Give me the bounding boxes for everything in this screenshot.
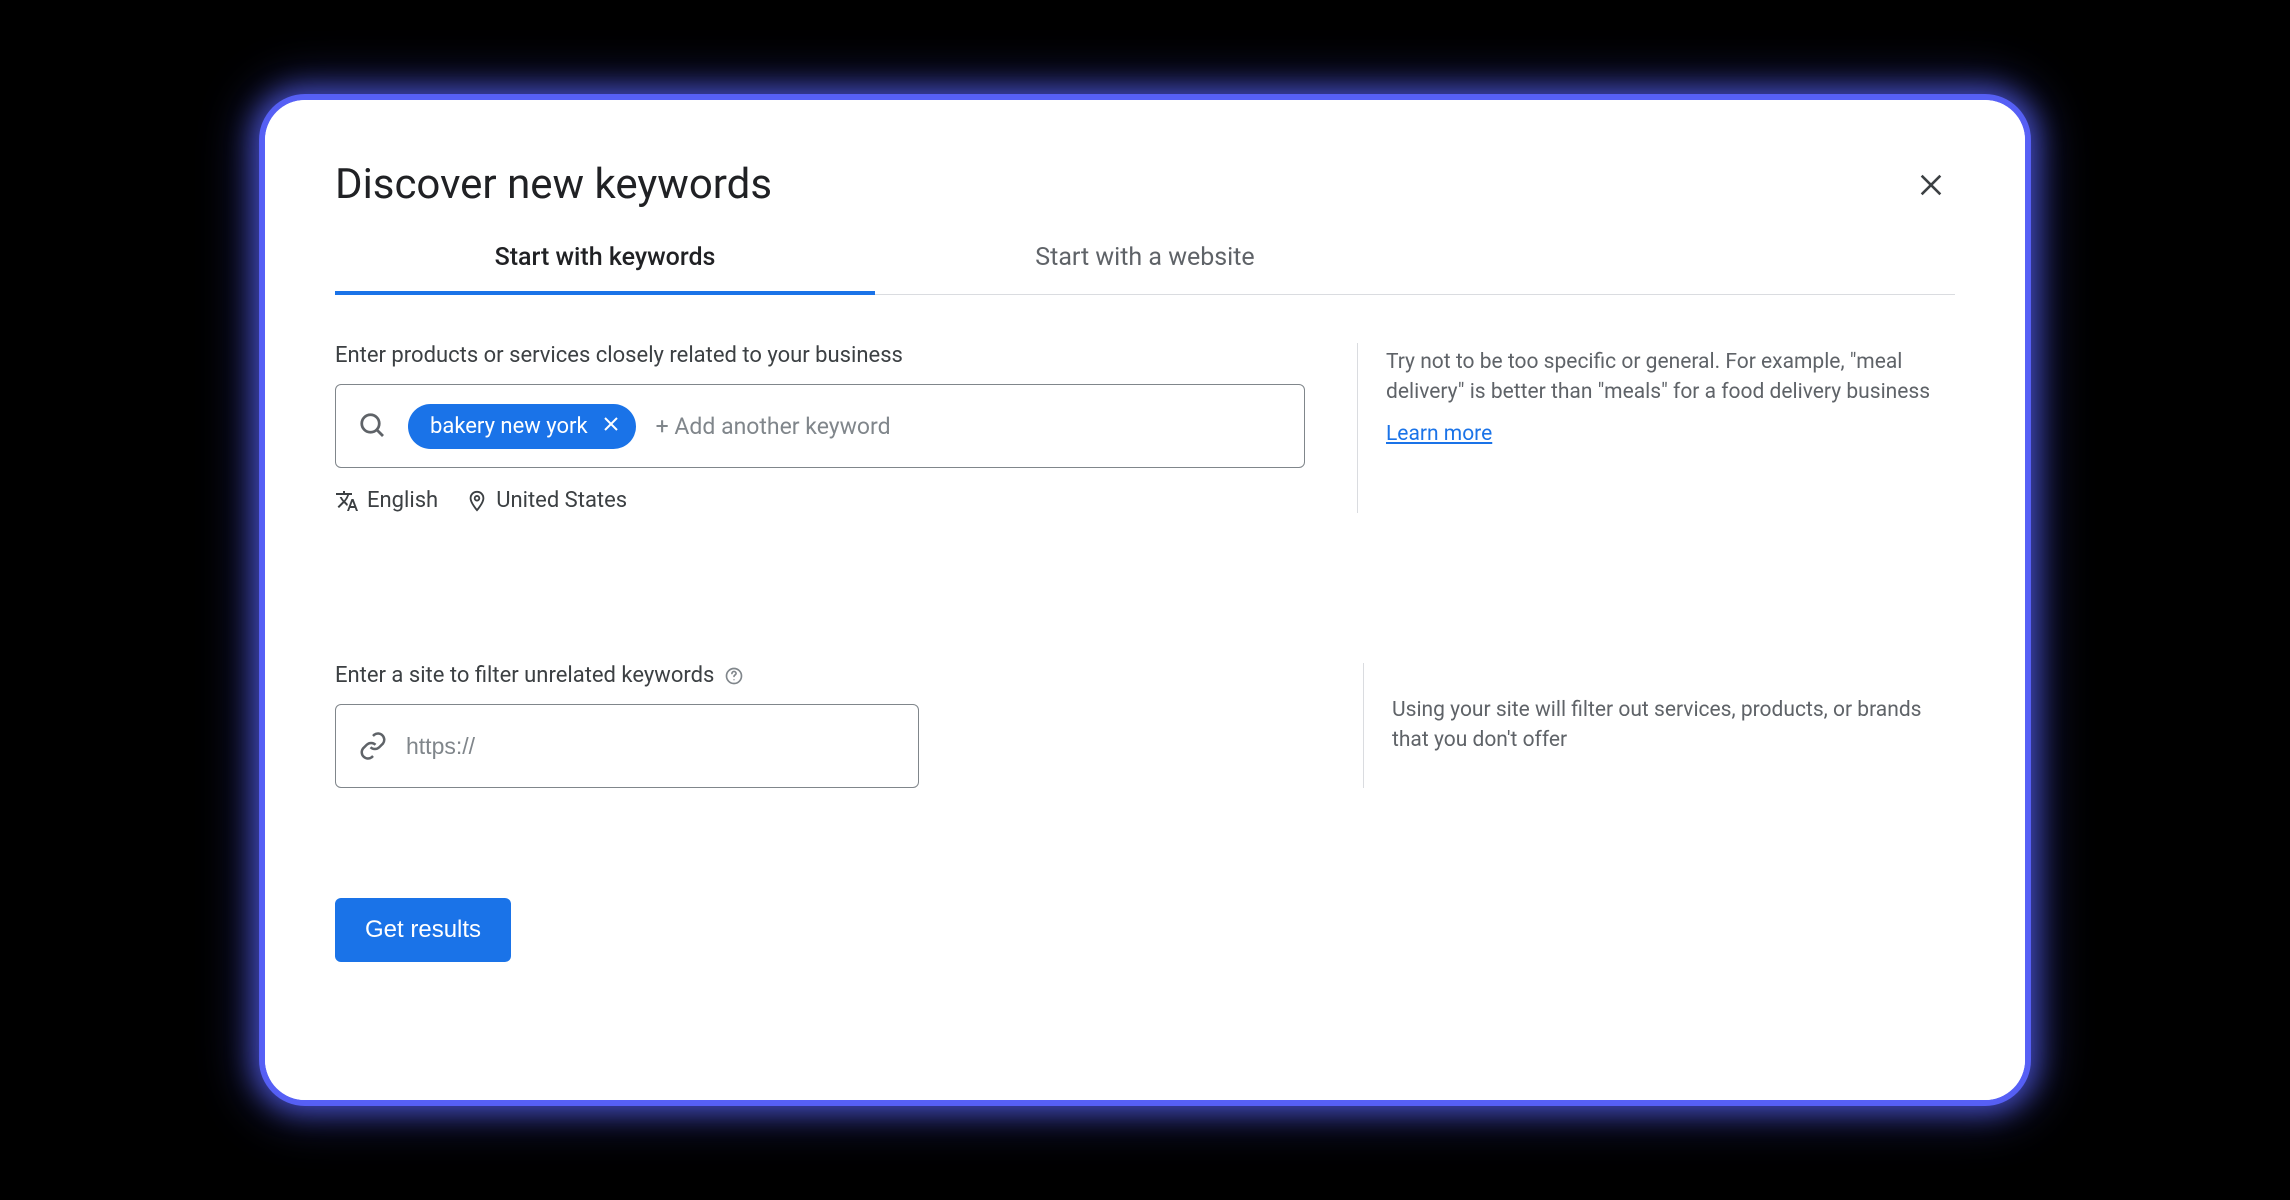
add-keyword-placeholder[interactable]: + Add another keyword [656,413,891,440]
location-value: United States [496,488,627,513]
language-value: English [367,488,438,513]
help-icon[interactable] [724,666,744,686]
keywords-label: Enter products or services closely relat… [335,343,1305,368]
site-tip: Using your site will filter out services… [1392,695,1955,756]
site-url-input[interactable] [406,733,896,760]
location-selector[interactable]: United States [466,488,627,513]
close-button[interactable] [1907,161,1955,209]
site-url-input-box[interactable] [335,704,919,788]
location-icon [466,490,488,512]
keyword-chip-label: bakery new york [430,414,588,439]
get-results-button[interactable]: Get results [335,898,511,962]
keywords-tip: Try not to be too specific or general. F… [1386,347,1955,408]
site-filter-label: Enter a site to filter unrelated keyword… [335,663,919,688]
keyword-planner-dialog: Discover new keywords Start with keyword… [265,100,2025,1100]
search-icon [358,411,388,441]
dialog-header: Discover new keywords [335,160,1955,209]
chip-remove-icon[interactable] [602,414,620,438]
site-filter-label-text: Enter a site to filter unrelated keyword… [335,663,714,688]
keyword-chip[interactable]: bakery new york [408,404,636,449]
tab-start-with-keywords[interactable]: Start with keywords [335,227,875,294]
tab-start-with-website[interactable]: Start with a website [875,227,1415,294]
language-selector[interactable]: English [335,488,438,513]
close-icon [1917,171,1945,199]
translate-icon [335,489,359,513]
tabs: Start with keywords Start with a website [335,227,1955,295]
dialog-title: Discover new keywords [335,160,772,209]
keywords-input[interactable]: bakery new york + Add another keyword [335,384,1305,468]
link-icon [358,731,388,761]
learn-more-link[interactable]: Learn more [1386,422,1492,446]
